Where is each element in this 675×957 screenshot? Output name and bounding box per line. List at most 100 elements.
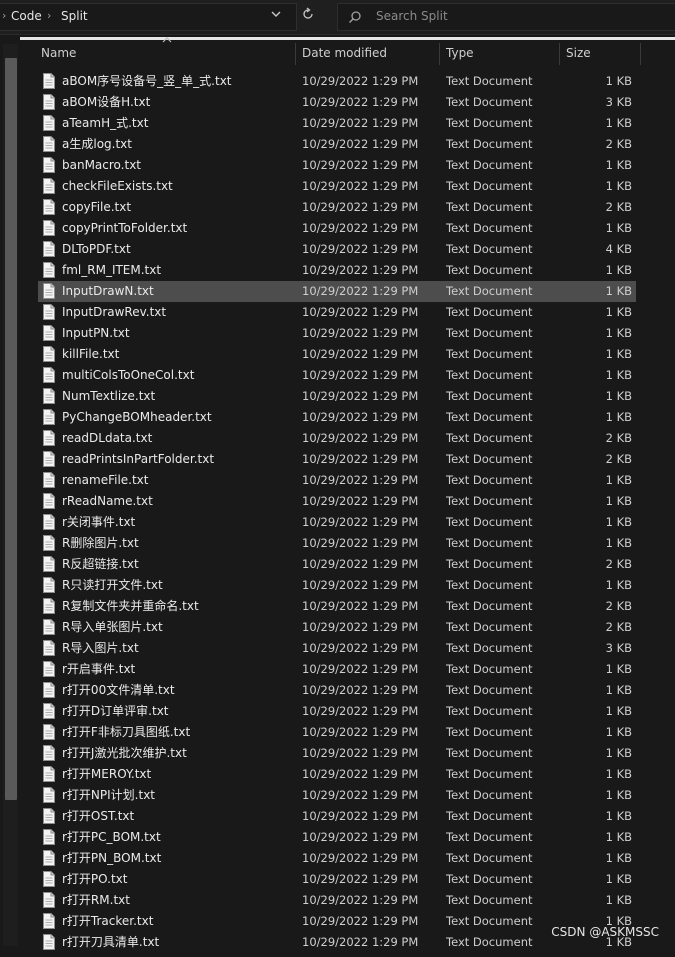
file-name: r打开J激光批次维护.txt (62, 746, 187, 760)
file-type: Text Document (446, 221, 533, 235)
file-row[interactable]: aBOM设备H.txt 10/29/2022 1:29 PM Text Docume… (38, 92, 636, 113)
file-date: 10/29/2022 1:29 PM (302, 935, 419, 949)
file-row[interactable]: aBOM序号设备号_竖_单_式.txt 10/29/2022 1:29 PM Tex… (38, 71, 636, 92)
file-row[interactable]: R导入图片.txt 10/29/2022 1:29 PM Text Document… (38, 638, 636, 659)
file-row[interactable]: r关闭事件.txt 10/29/2022 1:29 PM Text Document… (38, 512, 636, 533)
file-row[interactable]: r开启事件.txt 10/29/2022 1:29 PM Text Document… (38, 659, 636, 680)
file-row[interactable]: r打开NPI计划.txt 10/29/2022 1:29 PM Text Docum… (38, 785, 636, 806)
file-row[interactable]: R复制文件夹并重命名.txt 10/29/2022 1:29 PM Text Doc… (38, 596, 636, 617)
file-row[interactable]: copyPrintToFolder.txt 10/29/2022 1:29 PM T… (38, 218, 636, 239)
file-name: InputDrawRev.txt (62, 305, 167, 319)
breadcrumb-split[interactable]: Split (61, 9, 88, 23)
file-row[interactable]: DLToPDF.txt 10/29/2022 1:29 PM Text Docume… (38, 239, 636, 260)
file-row[interactable]: r打开J激光批次维护.txt 10/29/2022 1:29 PM Text Doc… (38, 743, 636, 764)
search-box[interactable]: Search Split (337, 3, 675, 31)
text-file-icon (43, 283, 55, 299)
file-row[interactable]: r打开PN_BOM.txt 10/29/2022 1:29 PM Text Docu… (38, 848, 636, 869)
file-date: 10/29/2022 1:29 PM (302, 515, 419, 529)
file-row[interactable]: PyChangeBOMheader.txt 10/29/2022 1:29 PM T… (38, 407, 636, 428)
file-row[interactable]: banMacro.txt 10/29/2022 1:29 PM Text Docum… (38, 155, 636, 176)
file-row[interactable]: r打开D订单评审.txt 10/29/2022 1:29 PM Text Docum… (38, 701, 636, 722)
file-size: 2 KB (605, 200, 632, 214)
file-row[interactable]: InputPN.txt 10/29/2022 1:29 PM Text Docume… (38, 323, 636, 344)
file-name: R只读打开文件.txt (62, 578, 163, 592)
file-row[interactable]: InputDrawN.txt 10/29/2022 1:29 PM Text Doc… (38, 281, 636, 302)
file-type: Text Document (446, 935, 533, 949)
refresh-icon[interactable] (301, 7, 315, 24)
file-row[interactable]: aTeamH_式.txt 10/29/2022 1:29 PM Text Docum… (38, 113, 636, 134)
text-file-icon (43, 598, 55, 614)
file-row[interactable]: checkFileExists.txt 10/29/2022 1:29 PM Tex… (38, 176, 636, 197)
file-name: R删除图片.txt (62, 536, 139, 550)
file-name: renameFile.txt (62, 473, 149, 487)
file-row[interactable]: r打开PC_BOM.txt 10/29/2022 1:29 PM Text Docu… (38, 827, 636, 848)
file-size: 1 KB (605, 830, 632, 844)
file-type: Text Document (446, 200, 533, 214)
file-date: 10/29/2022 1:29 PM (302, 578, 419, 592)
file-date: 10/29/2022 1:29 PM (302, 641, 419, 655)
column-date-modified[interactable]: Date modified (296, 41, 439, 65)
file-size: 1 KB (605, 578, 632, 592)
file-row[interactable]: a生成log.txt 10/29/2022 1:29 PM Text Documen… (38, 134, 636, 155)
breadcrumb-code[interactable]: Code (11, 9, 42, 23)
file-date: 10/29/2022 1:29 PM (302, 683, 419, 697)
file-row[interactable]: R反超链接.txt 10/29/2022 1:29 PM Text Document… (38, 554, 636, 575)
scrollbar-thumb[interactable] (5, 58, 17, 800)
breadcrumb-separator-icon: › (47, 9, 52, 22)
file-row[interactable]: killFile.txt 10/29/2022 1:29 PM Text Docum… (38, 344, 636, 365)
file-name: r打开OST.txt (62, 809, 135, 823)
file-row[interactable]: r打开F非标刀具图纸.txt 10/29/2022 1:29 PM Text Doc… (38, 722, 636, 743)
file-size: 1 KB (605, 179, 632, 193)
file-row[interactable]: InputDrawRev.txt 10/29/2022 1:29 PM Text D… (38, 302, 636, 323)
file-row[interactable]: r打开RM.txt 10/29/2022 1:29 PM Text Document… (38, 890, 636, 911)
text-file-icon (43, 157, 55, 173)
text-file-icon (43, 346, 55, 362)
file-row[interactable]: r打开PO.txt 10/29/2022 1:29 PM Text Document… (38, 869, 636, 890)
file-type: Text Document (446, 809, 533, 823)
file-date: 10/29/2022 1:29 PM (302, 137, 419, 151)
text-file-icon (43, 115, 55, 131)
file-date: 10/29/2022 1:29 PM (302, 326, 419, 340)
file-row[interactable]: readDLdata.txt 10/29/2022 1:29 PM Text Doc… (38, 428, 636, 449)
file-date: 10/29/2022 1:29 PM (302, 536, 419, 550)
file-size: 2 KB (605, 557, 632, 571)
file-row[interactable]: r打开MEROY.txt 10/29/2022 1:29 PM Text Docum… (38, 764, 636, 785)
chevron-down-icon[interactable] (270, 8, 282, 24)
file-row[interactable]: r打开OST.txt 10/29/2022 1:29 PM Text Documen… (38, 806, 636, 827)
file-row[interactable]: multiColsToOneCol.txt 10/29/2022 1:29 PM T… (38, 365, 636, 386)
file-row[interactable]: rReadName.txt 10/29/2022 1:29 PM Text Docu… (38, 491, 636, 512)
file-type: Text Document (446, 746, 533, 760)
file-type: Text Document (446, 326, 533, 340)
file-row[interactable]: copyFile.txt 10/29/2022 1:29 PM Text Docum… (38, 197, 636, 218)
file-size: 1 KB (605, 494, 632, 508)
text-file-icon (43, 745, 55, 761)
file-row[interactable]: r打开Tracker.txt 10/29/2022 1:29 PM Text Doc… (38, 911, 636, 932)
file-type: Text Document (446, 305, 533, 319)
file-type: Text Document (446, 116, 533, 130)
file-row[interactable]: R只读打开文件.txt 10/29/2022 1:29 PM Text Docume… (38, 575, 636, 596)
file-name: copyFile.txt (62, 200, 132, 214)
file-row[interactable]: r打开刀具清单.txt 10/29/2022 1:29 PM Text Docume… (38, 932, 636, 953)
file-size: 1 KB (605, 767, 632, 781)
text-file-icon (43, 892, 55, 908)
file-size: 1 KB (605, 536, 632, 550)
column-divider[interactable] (640, 43, 641, 65)
file-row[interactable]: readPrintsInPartFolder.txt 10/29/2022 1:2… (38, 449, 636, 470)
address-bar[interactable]: › Code › Split (0, 3, 297, 31)
file-date: 10/29/2022 1:29 PM (302, 704, 419, 718)
column-type[interactable]: Type (440, 41, 559, 65)
file-row[interactable]: NumTextlize.txt 10/29/2022 1:29 PM Text Do… (38, 386, 636, 407)
file-row[interactable]: r打开00文件清单.txt 10/29/2022 1:29 PM Text Docu… (38, 680, 636, 701)
file-name: killFile.txt (62, 347, 120, 361)
file-row[interactable]: fml_RM_ITEM.txt 10/29/2022 1:29 PM Text Do… (38, 260, 636, 281)
text-file-icon (43, 640, 55, 656)
text-file-icon (43, 724, 55, 740)
file-date: 10/29/2022 1:29 PM (302, 725, 419, 739)
file-row[interactable]: renameFile.txt 10/29/2022 1:29 PM Text Doc… (38, 470, 636, 491)
file-name: r打开F非标刀具图纸.txt (62, 725, 191, 739)
column-size[interactable]: Size (560, 41, 640, 65)
file-row[interactable]: R导入单张图片.txt 10/29/2022 1:29 PM Text Docume… (38, 617, 636, 638)
text-file-icon (43, 451, 55, 467)
file-row[interactable]: R删除图片.txt 10/29/2022 1:29 PM Text Document… (38, 533, 636, 554)
column-name[interactable]: Name (35, 41, 295, 65)
